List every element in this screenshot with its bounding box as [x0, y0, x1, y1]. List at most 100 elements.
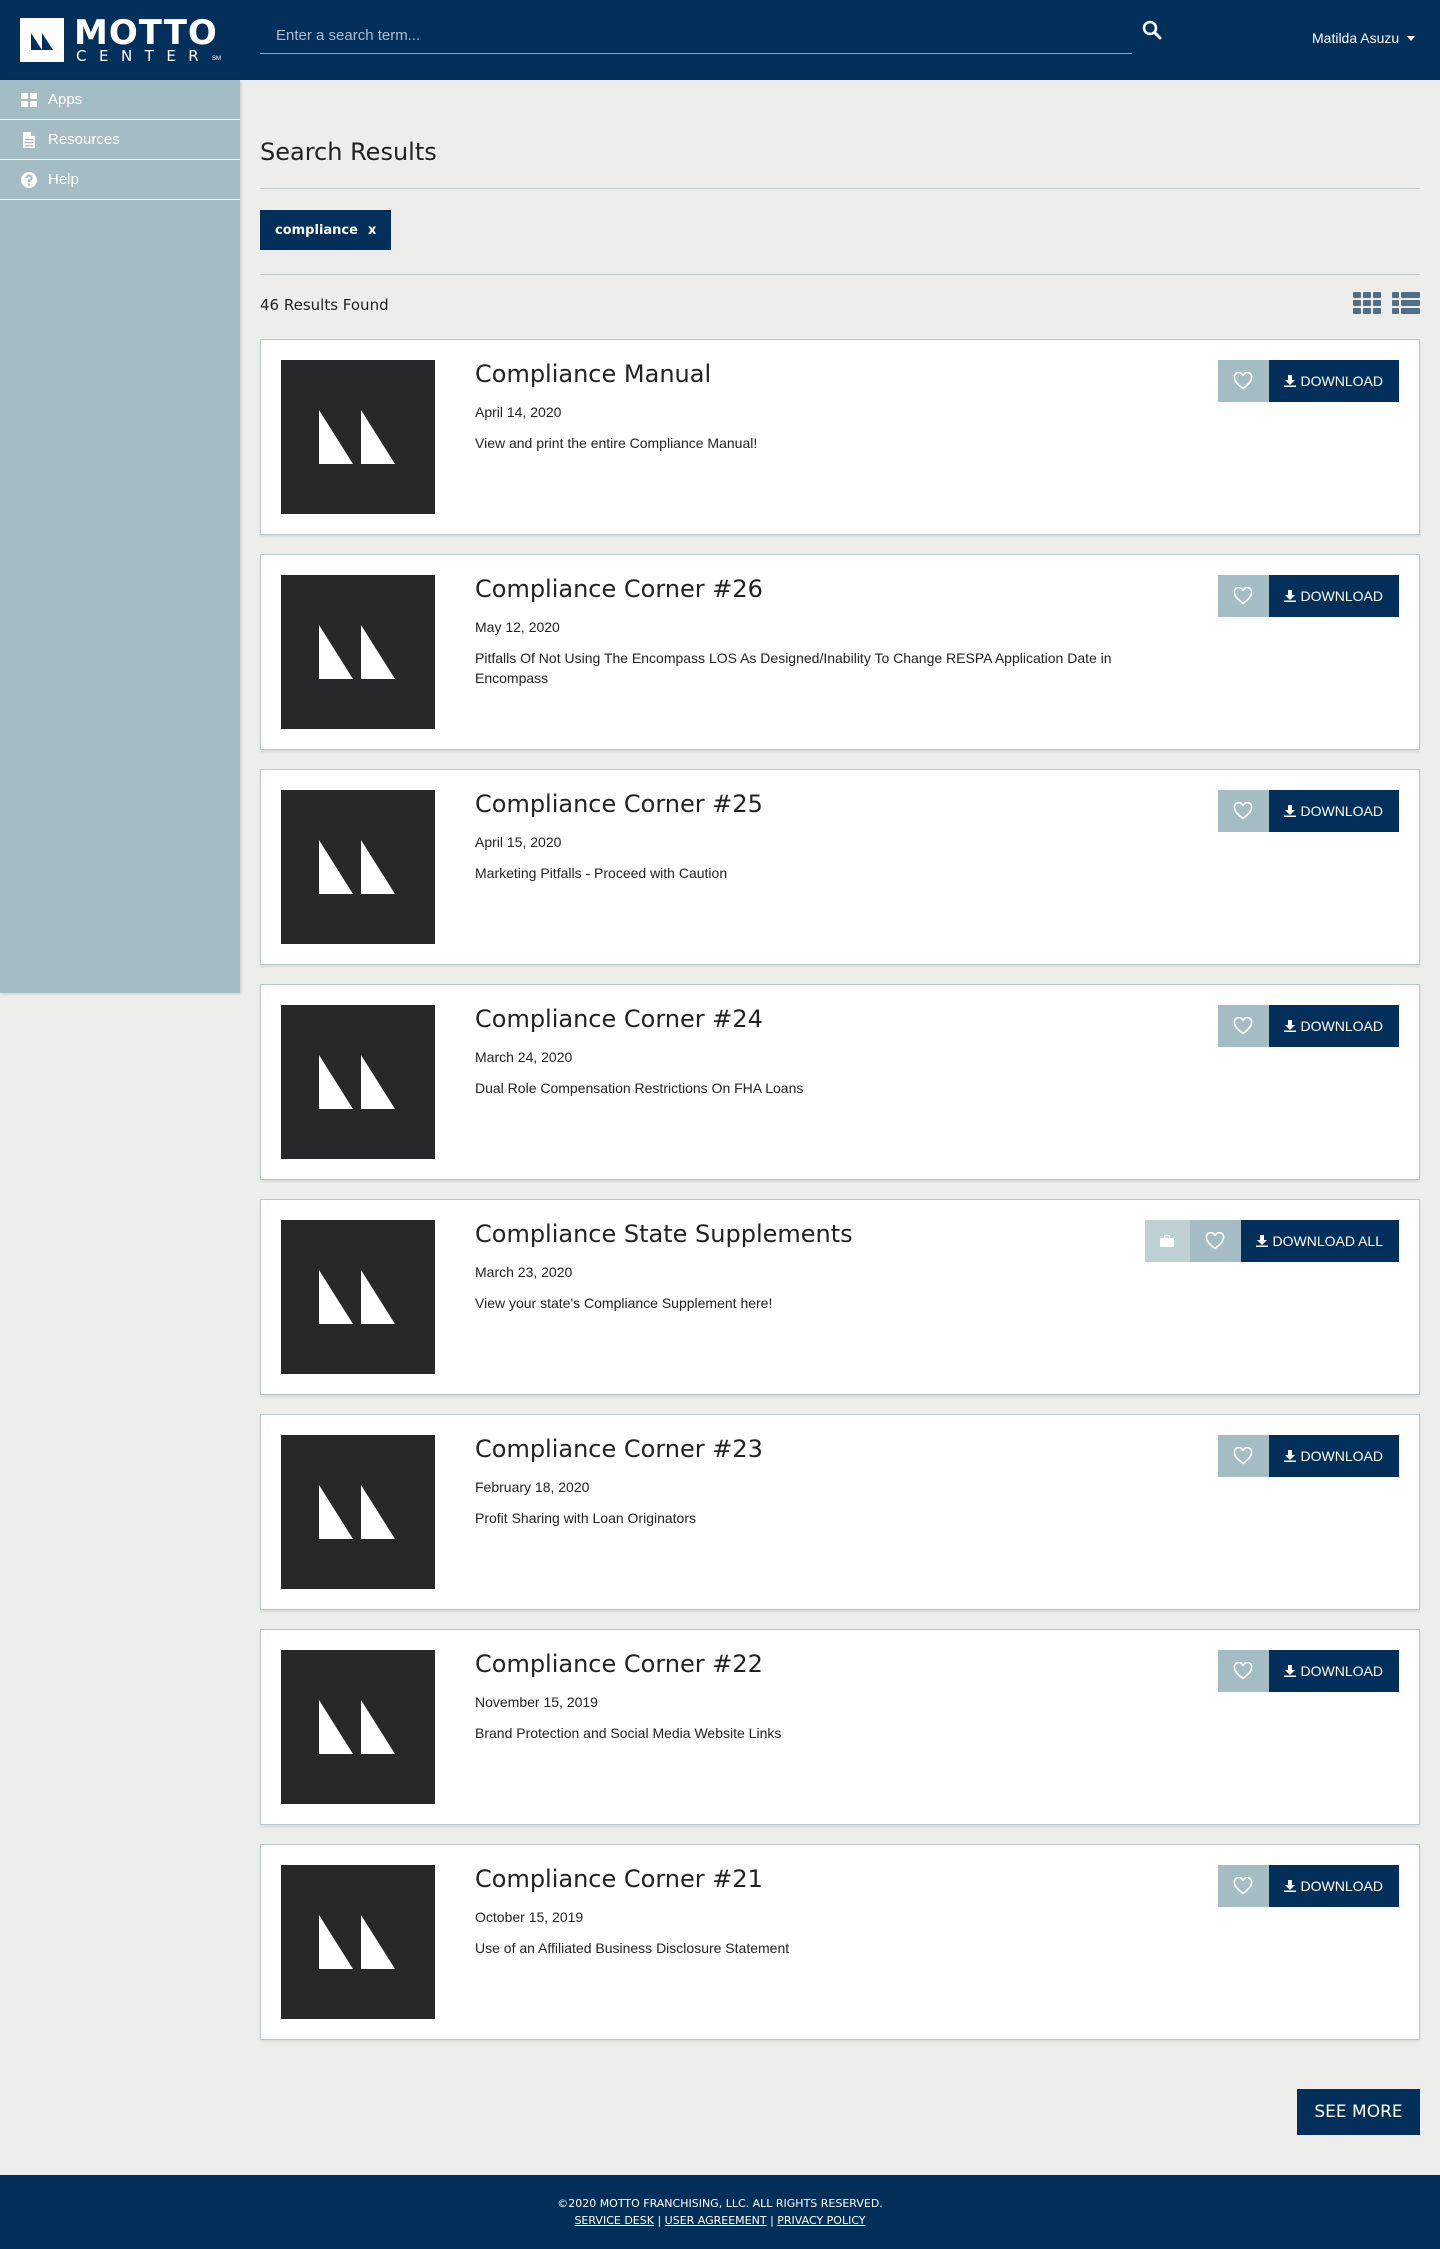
favorite-button[interactable]: [1189, 1220, 1241, 1262]
results-count: 46 Results Found: [260, 296, 389, 314]
favorite-button[interactable]: [1217, 575, 1269, 617]
result-title[interactable]: Compliance Corner #22: [475, 1650, 763, 1678]
result-description: Pitfalls Of Not Using The Encompass LOS …: [475, 650, 1112, 686]
remove-filter-button[interactable]: x: [368, 223, 376, 238]
download-icon: [1283, 1020, 1296, 1032]
see-more-button[interactable]: SEE MORE: [1297, 2089, 1420, 2135]
favorite-button[interactable]: [1217, 1865, 1269, 1907]
result-thumbnail[interactable]: [281, 1865, 435, 2019]
download-icon: [1283, 805, 1296, 817]
result-title[interactable]: Compliance Corner #23: [475, 1435, 763, 1463]
download-label: DOWNLOAD: [1300, 373, 1383, 389]
user-agreement-link[interactable]: USER AGREEMENT: [665, 2214, 767, 2227]
download-icon: [1283, 1665, 1296, 1677]
search-bar: [260, 18, 1132, 54]
favorite-button[interactable]: [1217, 1435, 1269, 1477]
privacy-policy-link[interactable]: PRIVACY POLICY: [777, 2214, 865, 2227]
sidebar-item-apps[interactable]: Apps: [0, 80, 240, 120]
download-label: DOWNLOAD: [1300, 1878, 1383, 1894]
result-thumbnail[interactable]: [281, 360, 435, 514]
grid-view-toggle[interactable]: [1353, 292, 1381, 314]
favorite-button[interactable]: [1217, 790, 1269, 832]
result-thumbnail[interactable]: [281, 1220, 435, 1374]
result-description: View and print the entire Compliance Man…: [475, 435, 758, 451]
question-icon: [21, 171, 37, 188]
copyright-text: ©2020 MOTTO FRANCHISING, LLC. ALL RIGHTS…: [557, 2197, 883, 2210]
result-card: Compliance Corner #24 March 24, 2020 Dua…: [260, 984, 1420, 1180]
link-separator: |: [653, 2214, 665, 2227]
service-desk-link[interactable]: SERVICE DESK: [574, 2214, 654, 2227]
result-card: Compliance State Supplements March 23, 2…: [260, 1199, 1420, 1395]
result-date: April 14, 2020: [475, 404, 562, 420]
download-button[interactable]: DOWNLOAD: [1268, 1005, 1399, 1047]
result-thumbnail[interactable]: [281, 1005, 435, 1159]
heart-icon: [1233, 372, 1253, 390]
motto-logo-icon: [319, 1485, 395, 1539]
download-icon: [1283, 590, 1296, 602]
download-all-button[interactable]: DOWNLOAD ALL: [1240, 1220, 1399, 1262]
grid-icon: [21, 92, 37, 107]
result-actions: DOWNLOAD: [1217, 1650, 1399, 1692]
result-description: View your state's Compliance Supplement …: [475, 1295, 773, 1311]
result-description: Use of an Affiliated Business Disclosure…: [475, 1940, 790, 1956]
result-date: February 18, 2020: [475, 1479, 590, 1495]
sidebar-item-help[interactable]: Help: [0, 160, 240, 200]
download-button[interactable]: DOWNLOAD: [1268, 360, 1399, 402]
logo-text: MOTTO: [74, 13, 218, 53]
logo-mark-icon: [20, 18, 64, 62]
divider: [260, 188, 1420, 189]
user-menu[interactable]: Matilda Asuzu: [1312, 30, 1416, 46]
user-name: Matilda Asuzu: [1312, 30, 1400, 46]
result-card: Compliance Corner #25 April 15, 2020 Mar…: [260, 769, 1420, 965]
download-label: DOWNLOAD ALL: [1272, 1233, 1383, 1249]
result-thumbnail[interactable]: [281, 1435, 435, 1589]
briefcase-icon: [1160, 1235, 1175, 1247]
result-title[interactable]: Compliance Corner #26: [475, 575, 763, 603]
download-button[interactable]: DOWNLOAD: [1268, 575, 1399, 617]
search-input[interactable]: [260, 18, 1132, 53]
search-icon: [1142, 20, 1162, 40]
result-date: March 24, 2020: [475, 1049, 573, 1065]
result-description: Brand Protection and Social Media Websit…: [475, 1725, 782, 1741]
result-title[interactable]: Compliance Corner #24: [475, 1005, 763, 1033]
download-button[interactable]: DOWNLOAD: [1268, 1865, 1399, 1907]
logo-subtext: CENTER: [76, 47, 212, 65]
result-date: May 12, 2020: [475, 619, 560, 635]
sidebar-item-resources[interactable]: Resources: [0, 120, 240, 160]
result-card: Compliance Corner #21 October 15, 2019 U…: [260, 1844, 1420, 2040]
add-to-cart-button[interactable]: [1144, 1220, 1190, 1262]
sidebar-item-label: Help: [48, 171, 79, 188]
list-view-icon: [1392, 292, 1420, 314]
motto-logo-icon: [319, 625, 395, 679]
result-thumbnail[interactable]: [281, 1650, 435, 1804]
download-button[interactable]: DOWNLOAD: [1268, 1650, 1399, 1692]
logo-service-mark: SM: [212, 56, 221, 62]
favorite-button[interactable]: [1217, 1650, 1269, 1692]
result-title[interactable]: Compliance Corner #25: [475, 790, 763, 818]
motto-center-logo[interactable]: MOTTO CENTER SM: [20, 16, 225, 64]
favorite-button[interactable]: [1217, 1005, 1269, 1047]
heart-icon: [1205, 1232, 1225, 1250]
result-thumbnail[interactable]: [281, 790, 435, 944]
top-header: MOTTO CENTER SM Matilda Asuzu: [0, 0, 1440, 80]
search-button[interactable]: [1142, 20, 1168, 46]
result-description: Dual Role Compensation Restrictions On F…: [475, 1080, 804, 1096]
result-title[interactable]: Compliance Corner #21: [475, 1865, 763, 1893]
result-title[interactable]: Compliance Manual: [475, 360, 711, 388]
result-thumbnail[interactable]: [281, 575, 435, 729]
download-button[interactable]: DOWNLOAD: [1268, 1435, 1399, 1477]
filter-tag[interactable]: compliance x: [260, 210, 392, 250]
download-button[interactable]: DOWNLOAD: [1268, 790, 1399, 832]
result-title[interactable]: Compliance State Supplements: [475, 1220, 853, 1248]
favorite-button[interactable]: [1217, 360, 1269, 402]
page-title: Search Results: [260, 138, 437, 166]
result-actions: DOWNLOAD: [1217, 1435, 1399, 1477]
list-view-toggle[interactable]: [1392, 292, 1420, 314]
motto-logo-icon: [319, 410, 395, 464]
heart-icon: [1233, 587, 1253, 605]
result-date: October 15, 2019: [475, 1909, 584, 1925]
result-description: Profit Sharing with Loan Originators: [475, 1510, 696, 1526]
motto-logo-icon: [319, 1915, 395, 1969]
motto-logo-icon: [319, 1700, 395, 1754]
sidebar-item-label: Resources: [48, 131, 120, 148]
